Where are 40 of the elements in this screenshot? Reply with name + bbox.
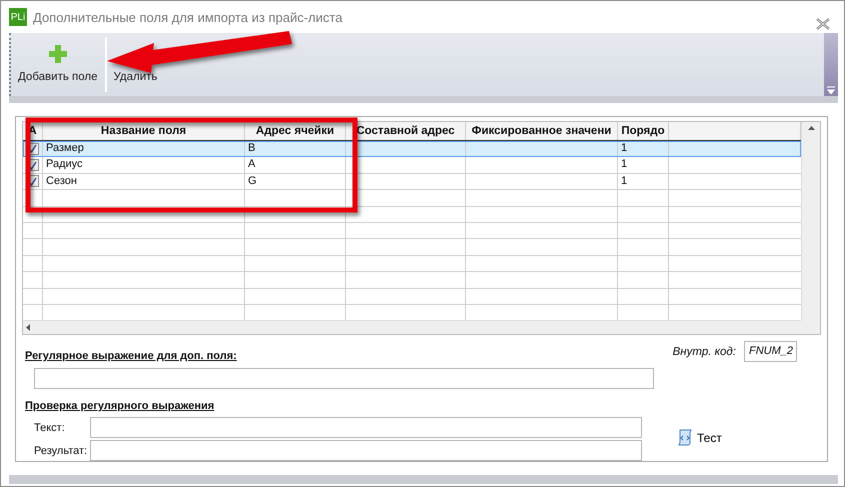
plus-icon: [48, 45, 67, 63]
horizontal-scrollbar[interactable]: [23, 320, 801, 334]
table-row[interactable]: Сезон G 1: [23, 174, 801, 190]
column-header[interactable]: Адрес ячейки: [245, 122, 346, 140]
add-field-button[interactable]: Добавить поле: [15, 33, 100, 96]
column-header[interactable]: Составной адрес: [346, 122, 466, 140]
table-cell: Сезон: [43, 174, 245, 190]
column-header[interactable]: Фиксированное значени: [466, 122, 618, 140]
regex-field[interactable]: [34, 368, 654, 389]
chevron-down-icon: [827, 86, 835, 94]
table-cell: 1: [618, 174, 669, 190]
table-cell: 1: [618, 157, 669, 173]
scroll-left-icon: [26, 324, 30, 331]
table-cell: Радиус: [43, 157, 245, 173]
scroll-up-icon: [808, 126, 814, 130]
field-label: Текст:: [33, 422, 66, 434]
code-label: Внутр. код:: [672, 346, 736, 358]
section-title: Проверка регулярного выражения: [25, 400, 214, 412]
toolbar-overflow[interactable]: [824, 33, 838, 96]
table-cell: A: [245, 157, 346, 173]
code-field[interactable]: FNUM_2: [744, 341, 797, 362]
table-cell: Размер: [43, 141, 245, 156]
table-cell: G: [245, 174, 346, 190]
field-label: Результат:: [33, 444, 88, 456]
delete-button[interactable]: Удалить: [110, 33, 160, 96]
close-icon[interactable]: [816, 18, 830, 30]
input-field[interactable]: [90, 417, 642, 438]
table-cell: 1: [618, 141, 669, 156]
table-row[interactable]: Радиус A 1: [23, 157, 801, 174]
section-title: Регулярное выражение для доп. поля:: [25, 350, 237, 362]
script-icon: [678, 429, 694, 446]
input-field[interactable]: [90, 440, 642, 461]
app-logo: PLi: [9, 8, 27, 26]
test-button[interactable]: Тест: [672, 428, 728, 447]
table-cell: B: [245, 141, 346, 156]
column-header[interactable]: Название поля: [43, 122, 245, 140]
vertical-scrollbar[interactable]: [801, 122, 820, 320]
window-title: Дополнительные поля для импорта из прайс-листа: [33, 10, 344, 24]
column-header[interactable]: Порядо: [618, 122, 669, 140]
table-row[interactable]: Размер B 1: [23, 141, 801, 158]
